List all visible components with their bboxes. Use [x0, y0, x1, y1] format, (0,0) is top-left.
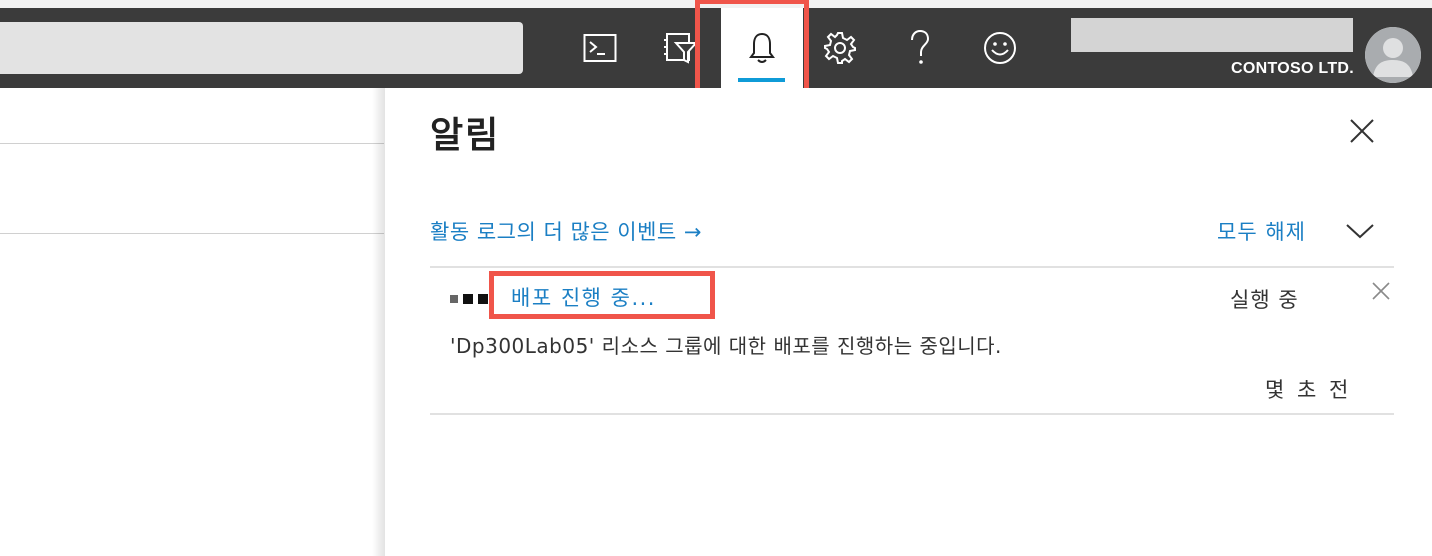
panel-title: 알림 — [430, 115, 501, 156]
activity-log-link[interactable]: 활동 로그의 더 많은 이벤트 → — [430, 216, 702, 246]
close-panel-button[interactable] — [1345, 114, 1379, 148]
notification-status: 실행 중 — [1230, 288, 1299, 312]
dismiss-notification-button[interactable] — [1370, 280, 1392, 302]
gear-icon — [824, 32, 856, 64]
help-button[interactable] — [885, 8, 955, 88]
left-blade — [0, 88, 384, 556]
dismiss-all-button[interactable]: 모두 해제 — [1217, 216, 1306, 246]
cloud-shell-icon — [583, 34, 617, 62]
notification-description: 'Dp300Lab05' 리소스 그룹에 대한 배포를 진행하는 중입니다. — [450, 334, 1002, 358]
notification-title-highlight-box — [489, 271, 715, 319]
organization-name[interactable]: CONTOSO LTD. — [1190, 60, 1354, 78]
directory-filter-icon — [664, 33, 697, 64]
search-input[interactable] — [0, 22, 523, 74]
panel-shadow — [372, 88, 386, 556]
feedback-button[interactable] — [965, 8, 1035, 88]
settings-button[interactable] — [805, 8, 875, 88]
notifications-highlight-box — [695, 0, 809, 99]
close-icon — [1350, 119, 1374, 143]
user-avatar-icon — [1365, 27, 1421, 83]
cloud-shell-button[interactable] — [565, 8, 635, 88]
notifications-panel: 알림 활동 로그의 더 많은 이벤트 → 모두 해제 배포 진행 중... 실행… — [385, 88, 1432, 556]
divider — [430, 413, 1394, 415]
progress-dots-icon — [450, 294, 490, 304]
left-divider — [0, 233, 384, 234]
avatar[interactable] — [1365, 27, 1421, 83]
left-divider — [0, 143, 384, 144]
notification-timestamp: 몇 초 전 — [1265, 378, 1352, 402]
smiley-icon — [984, 32, 1016, 64]
portal-screen: CONTOSO LTD. 알림 활동 로그의 더 많은 이벤트 → 모두 해제 — [0, 0, 1432, 556]
close-icon — [1372, 282, 1390, 300]
account-email-redacted[interactable] — [1071, 18, 1353, 52]
help-icon — [911, 29, 930, 64]
chevron-down-icon[interactable] — [1345, 222, 1375, 240]
